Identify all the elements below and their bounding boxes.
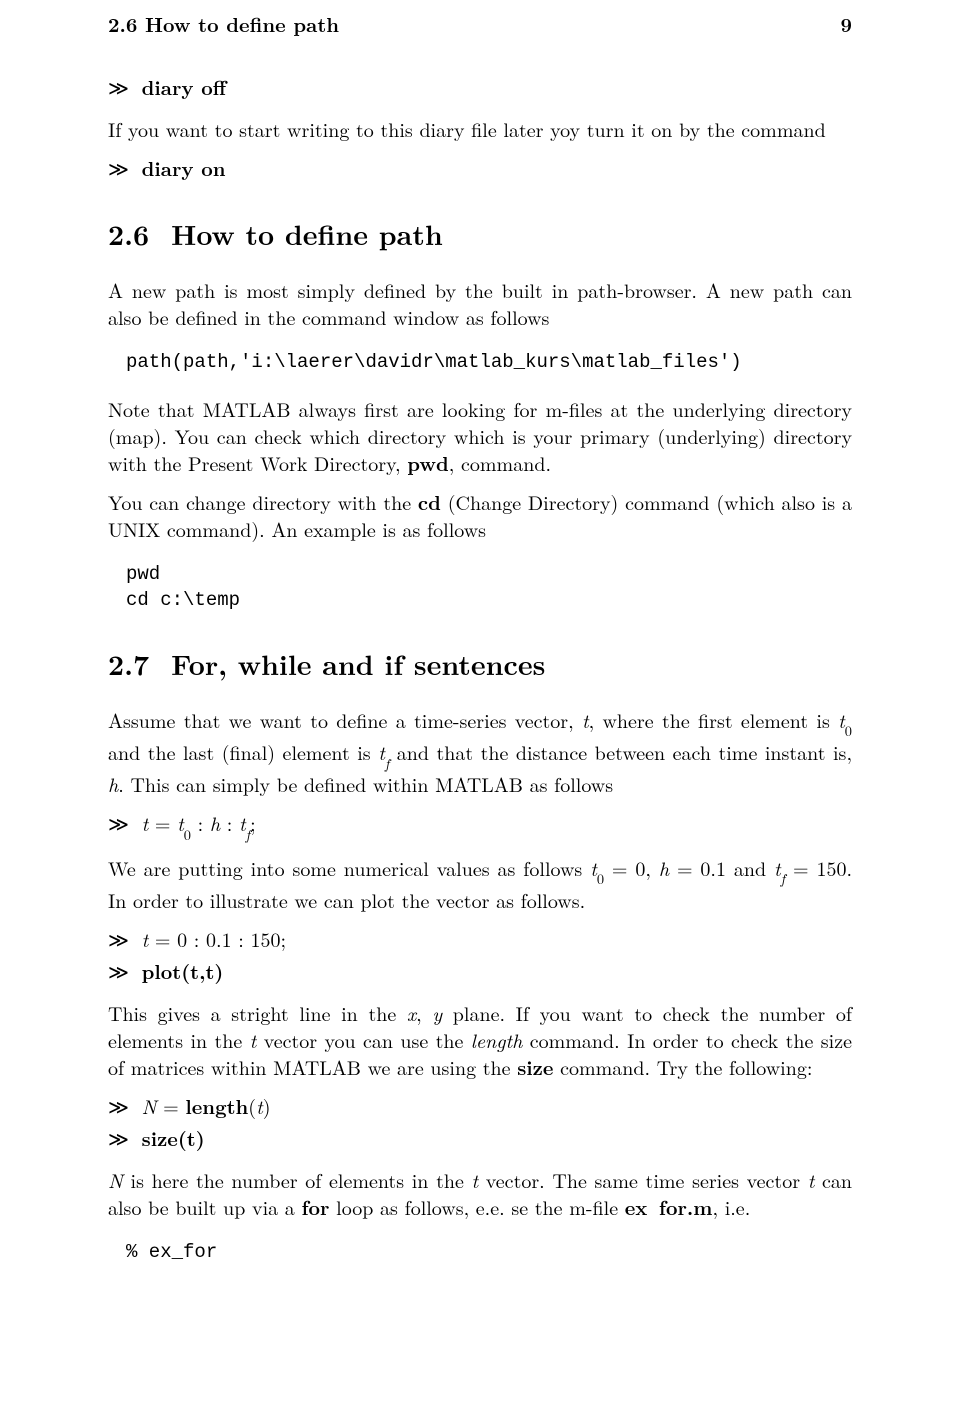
underscore bbox=[647, 1192, 659, 1221]
t: and the last (final) element is bbox=[108, 737, 378, 766]
code-exfor: % ex_for bbox=[126, 1240, 852, 1266]
prompt-glyph: ≫ bbox=[108, 1129, 129, 1151]
var-h: h bbox=[108, 769, 118, 798]
var-t: t bbox=[582, 705, 589, 734]
var-t0: t bbox=[838, 705, 845, 734]
prompt-glyph: ≫ bbox=[108, 962, 129, 984]
t: Assume that we want to define a time-ser… bbox=[108, 705, 582, 734]
prompt-glyph: ≫ bbox=[108, 78, 129, 100]
v: t bbox=[774, 853, 781, 882]
cmd-size: ≫ size(t) bbox=[108, 1124, 852, 1154]
s: 0 bbox=[597, 869, 604, 889]
t: , bbox=[416, 998, 432, 1027]
t: : bbox=[191, 808, 210, 837]
var-tf: t bbox=[378, 737, 385, 766]
s: 0 bbox=[184, 825, 191, 845]
v: N bbox=[142, 1091, 157, 1120]
v: t bbox=[256, 1091, 263, 1120]
para-26-1: A new path is most simply defined by the… bbox=[108, 276, 852, 330]
cmd-text: size(t) bbox=[142, 1123, 205, 1152]
cmd-text: plot(t,t) bbox=[142, 956, 224, 985]
v: t bbox=[590, 853, 597, 882]
prompt-glyph: ≫ bbox=[108, 1097, 129, 1119]
v: y bbox=[432, 998, 442, 1027]
text: You can change directory with the bbox=[108, 487, 418, 516]
mfile: ex bbox=[625, 1192, 648, 1221]
prompt-glyph: ≫ bbox=[108, 930, 129, 952]
s: f bbox=[781, 869, 785, 889]
cmd-size: size bbox=[517, 1052, 553, 1081]
cmd-t-numeric: ≫ t = 0 : 0.1 : 150; bbox=[108, 925, 852, 955]
cmd: length bbox=[185, 1091, 248, 1120]
text: , command. bbox=[449, 448, 551, 477]
t: is here the number of elements in the bbox=[123, 1165, 472, 1194]
runhead-left: 2.6 How to define path bbox=[108, 10, 339, 37]
t: = 0, bbox=[604, 853, 659, 882]
v: t bbox=[239, 808, 246, 837]
code-path: path(path,'i:\laerer\davidr\matlab_kurs\… bbox=[126, 350, 852, 376]
t: vector. The same time series vector bbox=[478, 1165, 808, 1194]
section-2-7-heading: 2.7 For, while and if sentences bbox=[108, 646, 852, 684]
cmd-diary-off: ≫ diary off bbox=[108, 73, 852, 103]
para-27-4: N is here the number of elements in the … bbox=[108, 1166, 852, 1220]
section-title-text: For, while and if sentences bbox=[171, 644, 545, 684]
v: t bbox=[177, 808, 184, 837]
t: = bbox=[148, 808, 177, 837]
v: h bbox=[659, 853, 669, 882]
t: : bbox=[220, 808, 239, 837]
t: We are putting into some numerical value… bbox=[108, 853, 590, 882]
kw-for: for bbox=[301, 1192, 329, 1221]
para-27-1: Assume that we want to define a time-ser… bbox=[108, 706, 852, 798]
prompt-glyph: ≫ bbox=[108, 814, 129, 836]
section-title-text: How to define path bbox=[171, 214, 443, 254]
para-27-2: We are putting into some numerical value… bbox=[108, 854, 852, 913]
v: x bbox=[407, 998, 416, 1027]
section-2-6-heading: 2.6 How to define path bbox=[108, 216, 852, 254]
t: ) bbox=[263, 1091, 271, 1120]
t: This gives a stright line in the bbox=[108, 998, 407, 1027]
t: . This can simply be defined within MATL… bbox=[118, 769, 613, 798]
para-27-3: This gives a stright line in the x, y pl… bbox=[108, 999, 852, 1080]
t: = 0 : 0.1 : 150; bbox=[148, 924, 286, 953]
t: = bbox=[156, 1091, 185, 1120]
para-diary: If you want to start writing to this dia… bbox=[108, 115, 852, 142]
t: and that the distance between each time … bbox=[389, 737, 852, 766]
section-number: 2.6 bbox=[108, 214, 149, 254]
v: h bbox=[210, 808, 220, 837]
cmd-cd: cd bbox=[418, 487, 441, 516]
cmd-diary-on: ≫ diary on bbox=[108, 154, 852, 184]
t: , where the first element is bbox=[589, 705, 839, 734]
t: vector you can use the bbox=[256, 1025, 470, 1054]
v: N bbox=[108, 1165, 123, 1194]
runhead-right: 9 bbox=[841, 10, 853, 37]
t: ; bbox=[250, 808, 256, 837]
code-cd: pwd cd c:\temp bbox=[126, 562, 852, 613]
v: length bbox=[471, 1025, 523, 1054]
t: loop as follows, e.e. se the m-file bbox=[329, 1192, 624, 1221]
prompt-glyph: ≫ bbox=[108, 159, 129, 181]
cmd-length: ≫ N = length(t) bbox=[108, 1092, 852, 1122]
cmd-plot: ≫ plot(t,t) bbox=[108, 957, 852, 987]
mfile2: for.m bbox=[659, 1192, 713, 1221]
cmd-pwd: pwd bbox=[407, 448, 449, 477]
page: 2.6 How to define path 9 ≫ diary off If … bbox=[0, 0, 960, 1406]
sub: 0 bbox=[845, 721, 852, 741]
sub: f bbox=[385, 754, 389, 774]
running-header: 2.6 How to define path 9 bbox=[108, 10, 852, 37]
section-number: 2.7 bbox=[108, 644, 149, 684]
cmd-text: diary on bbox=[142, 153, 226, 182]
para-26-2: Note that MATLAB always first are lookin… bbox=[108, 395, 852, 476]
t: , i.e. bbox=[712, 1192, 750, 1221]
t: command. Try the following: bbox=[553, 1052, 812, 1081]
s: f bbox=[246, 825, 250, 845]
cmd-t-range: ≫ t = t0 : h : tf; bbox=[108, 809, 852, 841]
t: ( bbox=[248, 1091, 256, 1120]
t: = 0.1 and bbox=[669, 853, 774, 882]
para-26-3: You can change directory with the cd (Ch… bbox=[108, 488, 852, 542]
cmd-text: diary off bbox=[142, 72, 227, 101]
